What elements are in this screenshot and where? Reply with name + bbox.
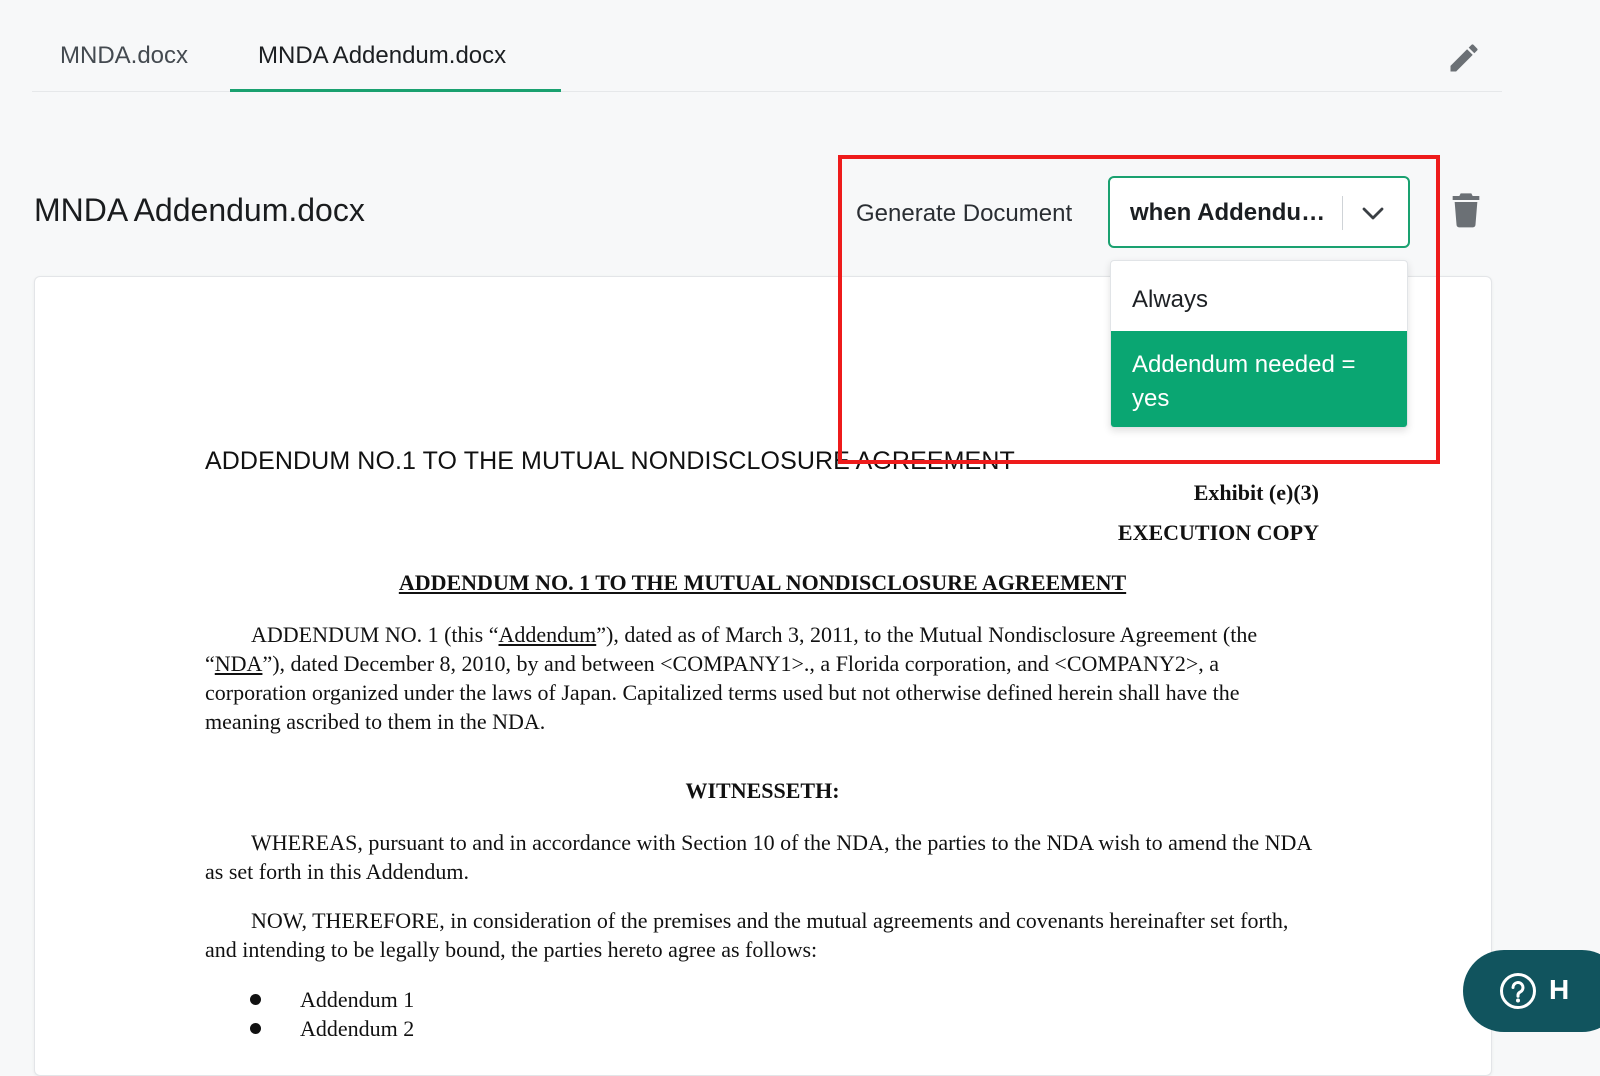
tab-mnda[interactable]: MNDA.docx <box>60 28 188 91</box>
exhibit-label: Exhibit (e)(3) <box>1193 480 1319 505</box>
witnesseth-heading: WITNESSETH: <box>685 778 840 803</box>
chevron-down-icon[interactable] <box>1360 202 1386 224</box>
bullet-icon <box>250 1023 261 1034</box>
nda-term: NDA <box>214 651 263 676</box>
select-value: when Addendum needed = yes <box>1130 199 1338 226</box>
help-button[interactable]: H <box>1463 950 1600 1032</box>
option-addendum-needed-yes[interactable]: Addendum needed = yes <box>1111 331 1407 427</box>
addendum-term: Addendum <box>498 622 597 647</box>
paragraph-intro-a: ADDENDUM NO. 1 (this “ <box>251 622 499 647</box>
help-label: H <box>1549 974 1570 1005</box>
condition-dropdown-menu: Always Addendum needed = yes <box>1110 260 1408 428</box>
paragraph-whereas: WHEREAS, pursuant to and in accordance w… <box>205 830 1312 884</box>
document-heading-sans: ADDENDUM NO.1 TO THE MUTUAL NONDISCLOSUR… <box>205 447 1015 475</box>
bullet-icon <box>250 994 261 1005</box>
pencil-icon[interactable] <box>1446 40 1482 76</box>
addendum-list: Addendum 1 Addendum 2 <box>250 985 414 1043</box>
list-item-label: Addendum 2 <box>300 1016 415 1041</box>
select-separator <box>1342 196 1343 230</box>
trash-icon[interactable] <box>1450 192 1482 228</box>
paragraph-intro-c: ”), dated December 8, 2010, by and betwe… <box>205 651 1240 734</box>
generate-condition-select[interactable]: when Addendum needed = yes <box>1108 176 1410 248</box>
paragraph-intro: ADDENDUM NO. 1 (this “Addendum ”), dated … <box>205 620 1320 736</box>
generate-document-label: Generate Document <box>856 200 1073 227</box>
help-circle-icon <box>1500 973 1536 1009</box>
execution-copy-label: EXECUTION COPY <box>1117 520 1319 545</box>
paragraph-now-therefore: NOW, THEREFORE, in consideration of the … <box>205 908 1289 962</box>
tab-mnda-addendum[interactable]: MNDA Addendum.docx <box>230 28 561 92</box>
list-item: Addendum 1 <box>250 985 414 1014</box>
list-item: Addendum 2 <box>250 1014 414 1043</box>
document-heading-serif: ADDENDUM NO. 1 TO THE MUTUAL NONDISCLOSU… <box>398 570 1127 595</box>
document-title: MNDA Addendum.docx <box>34 192 365 228</box>
tab-bar: MNDA.docx MNDA Addendum.docx <box>32 28 1502 92</box>
list-item-label: Addendum 1 <box>300 987 415 1012</box>
option-always[interactable]: Always <box>1111 261 1407 331</box>
